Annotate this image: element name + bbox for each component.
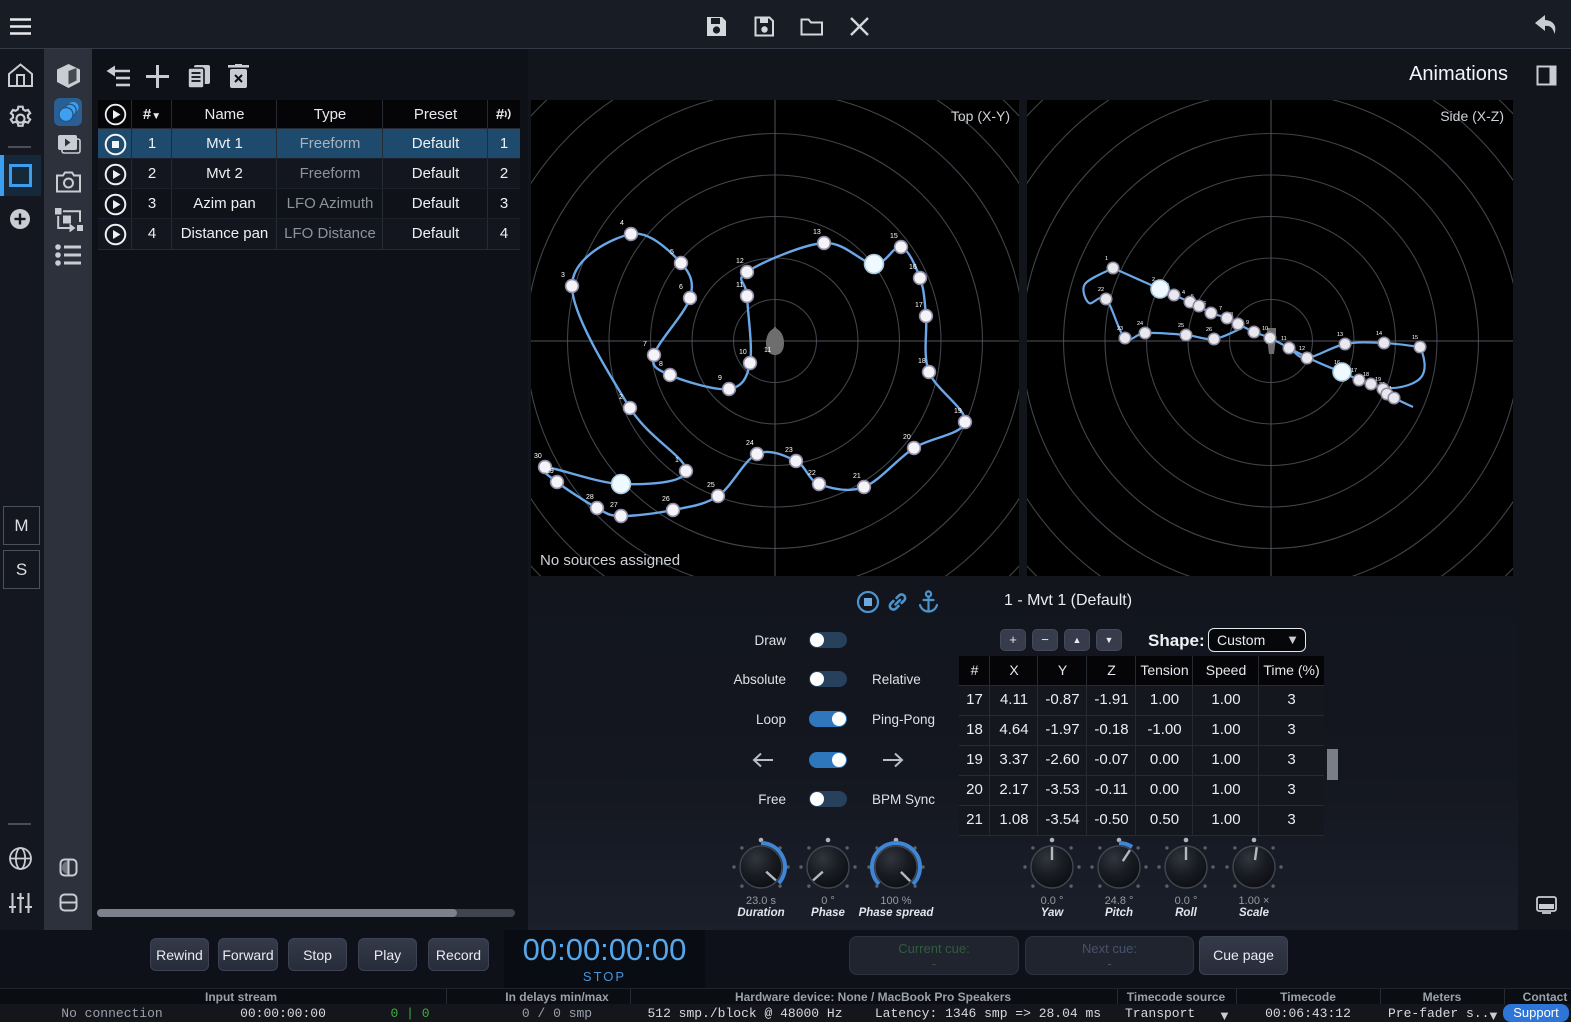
svg-text:9: 9 — [718, 375, 722, 382]
svg-text:27: 27 — [610, 502, 618, 509]
svg-text:7: 7 — [1219, 306, 1222, 312]
svg-text:7: 7 — [643, 341, 647, 348]
svg-text:25: 25 — [707, 482, 715, 489]
svg-text:12: 12 — [1299, 346, 1305, 352]
svg-text:14: 14 — [1376, 331, 1382, 337]
svg-text:24: 24 — [1137, 321, 1143, 327]
svg-text:18: 18 — [918, 358, 926, 365]
svg-text:25: 25 — [1178, 323, 1184, 329]
svg-text:16: 16 — [909, 264, 917, 271]
svg-text:1: 1 — [675, 457, 679, 464]
svg-text:6: 6 — [679, 284, 683, 291]
svg-text:24: 24 — [746, 440, 754, 447]
svg-text:26: 26 — [1206, 327, 1212, 333]
svg-text:3: 3 — [561, 272, 565, 279]
svg-text:23: 23 — [1117, 326, 1123, 332]
svg-text:4: 4 — [1182, 290, 1185, 296]
svg-text:11: 11 — [1281, 336, 1287, 342]
svg-text:21: 21 — [853, 473, 861, 480]
svg-text:15: 15 — [1412, 335, 1418, 341]
svg-text:11: 11 — [736, 282, 743, 289]
svg-text:28: 28 — [586, 494, 594, 501]
svg-text:29: 29 — [546, 468, 554, 475]
svg-text:23: 23 — [785, 447, 793, 454]
svg-text:10: 10 — [739, 349, 747, 356]
svg-text:13: 13 — [1337, 332, 1343, 338]
svg-text:8: 8 — [659, 361, 663, 368]
svg-text:13: 13 — [813, 229, 821, 236]
svg-text:17: 17 — [1351, 368, 1357, 374]
svg-text:17: 17 — [915, 302, 923, 309]
svg-text:22: 22 — [808, 470, 816, 477]
svg-text:2: 2 — [619, 394, 623, 401]
svg-text:11: 11 — [764, 347, 771, 354]
svg-text:22: 22 — [1098, 287, 1104, 293]
svg-text:20: 20 — [903, 434, 911, 441]
svg-text:15: 15 — [890, 233, 898, 240]
svg-text:5: 5 — [670, 249, 674, 256]
svg-text:10: 10 — [1262, 326, 1268, 332]
svg-text:4: 4 — [620, 220, 624, 227]
svg-text:26: 26 — [662, 496, 670, 503]
svg-text:12: 12 — [736, 258, 744, 265]
svg-text:1: 1 — [1105, 256, 1108, 262]
svg-text:30: 30 — [534, 453, 542, 460]
svg-text:9: 9 — [1246, 320, 1249, 326]
svg-text:19: 19 — [954, 408, 962, 415]
